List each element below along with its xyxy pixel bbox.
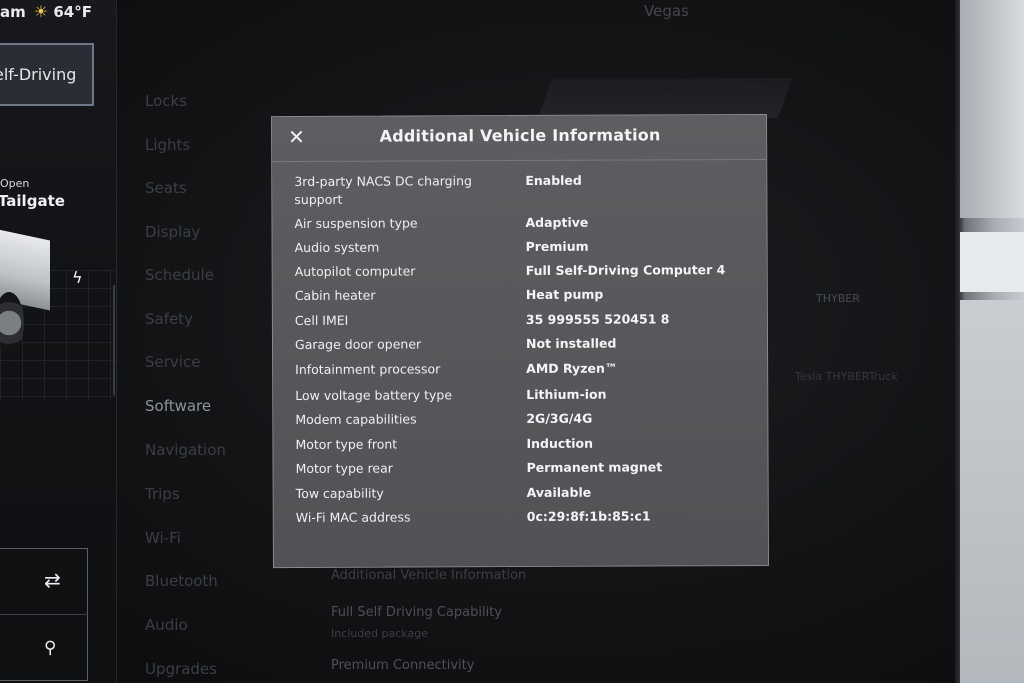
menu-item-navigation[interactable]: Navigation — [145, 441, 226, 459]
photo-frame: Vegas Locks Lights Seats Display Schedul… — [0, 0, 1024, 683]
info-key: Garage door opener — [294, 336, 422, 352]
menu-item-audio[interactable]: Audio — [145, 616, 188, 634]
car-panel: am ☀ 64°F elf-Driving Open Tailgate ϟ ⇄ ⚲ — [0, 0, 117, 683]
additional-info-link[interactable]: Additional Vehicle Information — [331, 568, 526, 583]
menu-item-lights[interactable]: Lights — [145, 136, 190, 154]
fsd-capability-link[interactable]: Full Self Driving Capability — [331, 605, 502, 620]
info-row: Modem capabilities 2G/3G/4G — [295, 409, 755, 427]
search-icon[interactable]: ⚲ — [44, 638, 56, 658]
info-row: 3rd-party NACS DC charging support Enabl… — [294, 171, 754, 207]
vehicle-info-dialog: ✕ Additional Vehicle Information 3rd-par… — [271, 113, 769, 569]
info-value: Available — [526, 484, 592, 500]
repeat-icon[interactable]: ⇄ — [44, 568, 61, 592]
dialog-header: ✕ Additional Vehicle Information — [272, 114, 767, 163]
window-reflection — [960, 232, 1024, 292]
info-row: Tow capability Available — [296, 483, 756, 501]
info-key: Motor type front — [295, 436, 398, 452]
status-bar: am ☀ 64°F — [0, 2, 92, 21]
info-key: Modem capabilities — [295, 411, 417, 427]
menu-item-service[interactable]: Service — [145, 353, 200, 371]
info-value: Full Self-Driving Computer 4 — [525, 262, 726, 278]
info-value: AMD Ryzen™ — [526, 360, 618, 376]
info-row: Cabin heater Heat pump — [295, 285, 755, 303]
info-key: 3rd-party NACS DC charging support — [294, 173, 472, 207]
fsd-included-text: Included package — [331, 627, 428, 640]
charge-port-indicator — [113, 285, 115, 395]
info-value: Lithium-ion — [526, 386, 607, 402]
info-value: Adaptive — [525, 214, 589, 230]
tailgate-state: Open — [0, 177, 30, 190]
info-row: Wi-Fi MAC address 0c:29:8f:1b:85:c1 — [296, 507, 756, 525]
info-key: Cabin heater — [294, 287, 376, 303]
vehicle-name-label-secondary: Tesla THYBERTruck — [795, 370, 898, 383]
menu-item-upgrades[interactable]: Upgrades — [145, 660, 217, 678]
info-row: Cell IMEI 35 999555 520451 8 — [295, 310, 755, 328]
info-row: Garage door opener Not installed — [295, 334, 755, 352]
menu-item-software[interactable]: Software — [145, 397, 211, 415]
bolt-icon[interactable]: ϟ — [72, 268, 83, 287]
tailgate-button[interactable]: Tailgate — [0, 192, 65, 210]
menu-item-wifi[interactable]: Wi-Fi — [145, 529, 181, 547]
vehicle-render-background — [537, 78, 793, 118]
quick-controls-divider — [0, 614, 88, 615]
menu-item-safety[interactable]: Safety — [145, 310, 193, 328]
info-key: Audio system — [294, 239, 380, 255]
info-key: Cell IMEI — [294, 312, 349, 328]
info-key: Tow capability — [295, 485, 384, 501]
window-reflection — [960, 0, 1024, 218]
info-row: Air suspension type Adaptive — [294, 213, 754, 231]
vehicle-name-label: THYBER — [816, 292, 860, 305]
menu-item-trips[interactable]: Trips — [145, 485, 180, 503]
info-value: 2G/3G/4G — [526, 410, 593, 426]
temperature: 64°F — [53, 3, 92, 21]
self-driving-button[interactable]: elf-Driving — [0, 43, 94, 106]
info-value: Permanent magnet — [526, 459, 663, 475]
info-row: Motor type front Induction — [295, 434, 755, 452]
menu-item-display[interactable]: Display — [145, 223, 200, 241]
info-row: Audio system Premium — [295, 237, 755, 255]
dialog-title: Additional Vehicle Information — [379, 125, 661, 146]
info-row: Low voltage battery type Lithium-ion — [295, 385, 755, 403]
info-key: Air suspension type — [294, 215, 418, 231]
info-row: Autopilot computer Full Self-Driving Com… — [295, 261, 755, 279]
menu-item-locks[interactable]: Locks — [145, 92, 187, 110]
location-label: Vegas — [644, 2, 689, 20]
info-row: Infotainment processor AMD Ryzen™ — [295, 359, 755, 377]
info-key: Infotainment processor — [295, 361, 441, 377]
info-value: Induction — [526, 435, 594, 451]
premium-connectivity-link[interactable]: Premium Connectivity — [331, 658, 474, 673]
info-value: Not installed — [525, 335, 617, 351]
info-value: Heat pump — [525, 286, 604, 302]
touchscreen: Vegas Locks Lights Seats Display Schedul… — [0, 0, 955, 683]
window-reflection — [960, 300, 1024, 683]
info-value: 35 999555 520451 8 — [525, 311, 670, 327]
info-key: Low voltage battery type — [295, 387, 453, 403]
info-value: Enabled — [525, 172, 582, 188]
info-value: 0c:29:8f:1b:85:c1 — [526, 508, 651, 524]
sun-icon: ☀ — [33, 2, 49, 21]
info-value: Premium — [525, 238, 589, 254]
clock: am — [0, 3, 26, 21]
info-key: Motor type rear — [295, 460, 393, 476]
menu-item-schedule[interactable]: Schedule — [145, 266, 214, 284]
menu-item-bluetooth[interactable]: Bluetooth — [145, 572, 218, 590]
menu-item-seats[interactable]: Seats — [145, 179, 187, 197]
info-key: Wi-Fi MAC address — [295, 509, 411, 525]
info-row: Motor type rear Permanent magnet — [296, 458, 756, 476]
info-key: Autopilot computer — [294, 263, 416, 279]
